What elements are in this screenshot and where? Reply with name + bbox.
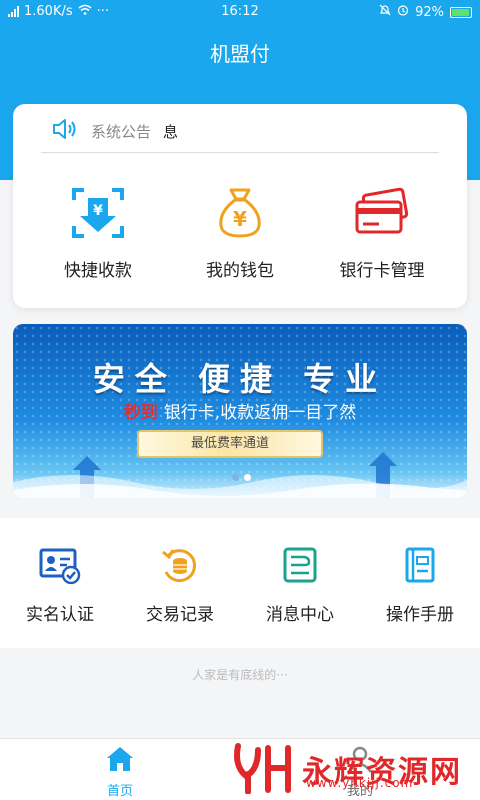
bank-card-icon [353,187,411,244]
watermark-logo-icon [232,740,296,798]
notice-text: 息 [163,122,179,141]
bank-card-button[interactable]: 银行卡管理 [312,186,452,281]
message-center-button[interactable]: 消息中心 [240,546,360,625]
message-center-icon [281,547,319,588]
divider [41,152,439,153]
carousel-dot[interactable] [232,474,239,481]
coin-history-icon [160,549,200,588]
watermark-url: www.yhkjjj.com [306,776,414,790]
watermark: 永辉资源网 www.yhkjjj.com [232,740,462,798]
battery-level: 92% [415,4,444,20]
svg-text:¥: ¥ [93,203,103,219]
transaction-records-button[interactable]: 交易记录 [120,546,240,625]
id-card-check-icon [39,548,81,588]
promo-banner[interactable]: 安全 便捷 专业 秒到 银行卡,收款返佣一目了然 最低费率通道 [13,324,467,498]
notice-label: 系统公告 [91,122,152,141]
manual-book-icon [401,547,439,588]
money-bag-icon: ¥ [213,188,267,244]
status-bar: 1.60K/s ··· 16:12 92% [0,0,480,24]
wave-decoration [13,452,467,498]
banner-subline: 秒到 银行卡,收款返佣一目了然 [13,398,467,423]
banner-subtext: 银行卡,收款返佣一目了然 [163,403,357,423]
alarm-icon [397,4,409,20]
feature-grid: 实名认证 交易记录 消息中心 操作手册 [0,518,480,648]
quick-collect-button[interactable]: ¥ 快捷收款 [28,186,168,281]
message-center-label: 消息中心 [266,605,334,625]
user-manual-button[interactable]: 操作手册 [360,546,480,625]
home-icon [105,747,135,777]
bank-card-label: 银行卡管理 [339,261,425,281]
transaction-records-label: 交易记录 [146,605,214,625]
banner-headline: 安全 便捷 专业 [92,360,388,398]
user-manual-label: 操作手册 [386,605,454,625]
tab-home-label: 首页 [106,784,133,799]
real-name-auth-button[interactable]: 实名认证 [0,546,120,625]
page-title: 机盟付 [210,42,270,66]
bell-muted-icon [379,4,391,20]
speaker-icon [51,116,79,146]
main-card: 系统公告 息 ¥ 快捷收款 ¥ 我的钱包 银行卡管理 [13,104,467,308]
qr-scan-yen-icon: ¥ [70,188,126,244]
tab-home[interactable]: 首页 [60,745,180,799]
svg-text:¥: ¥ [233,207,247,231]
my-wallet-button[interactable]: ¥ 我的钱包 [170,186,310,281]
real-name-auth-label: 实名认证 [26,605,94,625]
system-notice[interactable]: 系统公告 息 [51,116,178,146]
banner-highlight: 秒到 [123,403,158,423]
end-of-list-text: 人家是有底线的··· [192,668,288,682]
quick-collect-label: 快捷收款 [64,261,132,281]
battery-icon [450,6,472,18]
carousel-dot-active[interactable] [244,474,251,481]
my-wallet-label: 我的钱包 [206,261,274,281]
